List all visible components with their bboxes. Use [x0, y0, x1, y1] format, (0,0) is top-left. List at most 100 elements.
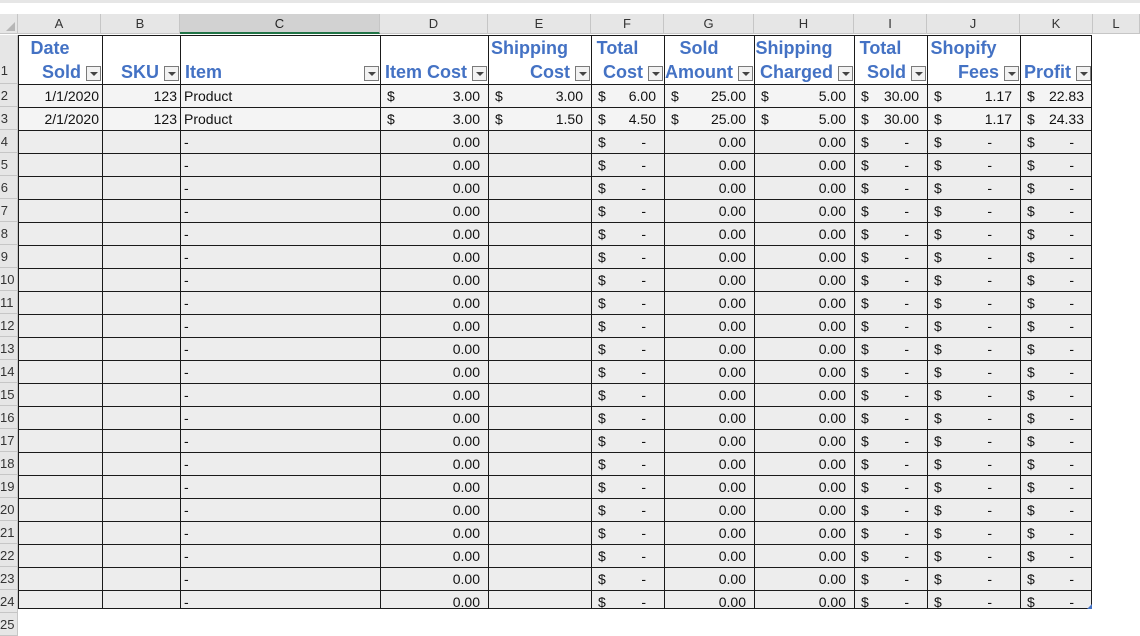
- cell[interactable]: -: [181, 407, 380, 429]
- cell[interactable]: -: [928, 407, 1020, 429]
- row-header-24[interactable]: 24: [0, 590, 18, 613]
- cell[interactable]: -: [1021, 361, 1091, 383]
- cell[interactable]: -: [181, 246, 380, 268]
- cell[interactable]: 5.00: [755, 108, 854, 130]
- cell[interactable]: 0.00: [755, 545, 854, 567]
- cell[interactable]: 0.00: [755, 568, 854, 590]
- cell[interactable]: -: [855, 430, 927, 452]
- cell[interactable]: 0.00: [381, 269, 488, 291]
- cell[interactable]: -: [928, 223, 1020, 245]
- filter-dropdown-icon[interactable]: [575, 66, 590, 81]
- cell[interactable]: 0.00: [665, 223, 754, 245]
- cell[interactable]: 0.00: [755, 292, 854, 314]
- row-header-16[interactable]: 16: [0, 406, 18, 429]
- cell[interactable]: -: [855, 177, 927, 199]
- cell[interactable]: 123: [103, 85, 180, 107]
- cell[interactable]: -: [181, 200, 380, 222]
- filter-dropdown-icon[interactable]: [1004, 66, 1019, 81]
- cell[interactable]: 0.00: [381, 499, 488, 521]
- cell[interactable]: 1.17: [928, 85, 1020, 107]
- column-header-k[interactable]: K: [1020, 14, 1093, 34]
- cell[interactable]: -: [592, 131, 664, 153]
- header-total-cost[interactable]: Total Cost: [592, 36, 665, 84]
- cell[interactable]: 30.00: [855, 108, 927, 130]
- row-header-6[interactable]: 6: [0, 176, 18, 199]
- cell[interactable]: 0.00: [665, 591, 754, 608]
- cell[interactable]: -: [1021, 407, 1091, 429]
- cell[interactable]: -: [1021, 223, 1091, 245]
- header-sold-amount[interactable]: Sold Amount: [665, 36, 755, 84]
- row-header-12[interactable]: 12: [0, 314, 18, 337]
- cell[interactable]: 0.00: [381, 361, 488, 383]
- cell[interactable]: 0.00: [381, 522, 488, 544]
- cell[interactable]: -: [855, 545, 927, 567]
- filter-dropdown-icon[interactable]: [86, 66, 101, 81]
- cell[interactable]: -: [181, 545, 380, 567]
- cell[interactable]: -: [928, 177, 1020, 199]
- cell[interactable]: 0.00: [381, 223, 488, 245]
- cell[interactable]: -: [181, 269, 380, 291]
- cell[interactable]: 1/1/2020: [19, 85, 102, 107]
- cell[interactable]: -: [855, 568, 927, 590]
- cell[interactable]: -: [928, 453, 1020, 475]
- cell[interactable]: 0.00: [665, 361, 754, 383]
- cell[interactable]: -: [1021, 292, 1091, 314]
- cell[interactable]: -: [592, 338, 664, 360]
- cell[interactable]: 25.00: [665, 108, 754, 130]
- cell[interactable]: -: [181, 292, 380, 314]
- cell[interactable]: 0.00: [381, 154, 488, 176]
- cell[interactable]: -: [855, 453, 927, 475]
- cell[interactable]: 0.00: [381, 131, 488, 153]
- cell[interactable]: -: [855, 315, 927, 337]
- row-header-20[interactable]: 20: [0, 498, 18, 521]
- row-header-8[interactable]: 8: [0, 222, 18, 245]
- cell[interactable]: -: [592, 200, 664, 222]
- cell[interactable]: 0.00: [755, 246, 854, 268]
- cell[interactable]: -: [855, 154, 927, 176]
- header-shipping-cost[interactable]: Shipping Cost: [489, 36, 592, 84]
- cell[interactable]: -: [592, 568, 664, 590]
- cell[interactable]: 0.00: [665, 430, 754, 452]
- cell[interactable]: -: [1021, 131, 1091, 153]
- cell[interactable]: Product: [181, 85, 380, 107]
- cell[interactable]: 0.00: [665, 522, 754, 544]
- column-header-b[interactable]: B: [101, 14, 180, 34]
- cell[interactable]: -: [928, 384, 1020, 406]
- cell[interactable]: 3.00: [489, 85, 591, 107]
- cell[interactable]: -: [855, 269, 927, 291]
- cell[interactable]: -: [1021, 200, 1091, 222]
- cell[interactable]: -: [855, 476, 927, 498]
- cell[interactable]: -: [1021, 430, 1091, 452]
- row-header-18[interactable]: 18: [0, 452, 18, 475]
- column-header-f[interactable]: F: [591, 14, 664, 34]
- filter-dropdown-icon[interactable]: [472, 66, 487, 81]
- cell[interactable]: -: [592, 177, 664, 199]
- cell[interactable]: 1.17: [928, 108, 1020, 130]
- cell[interactable]: -: [181, 154, 380, 176]
- cell[interactable]: 0.00: [381, 568, 488, 590]
- select-all-corner[interactable]: [0, 14, 18, 34]
- row-header-22[interactable]: 22: [0, 544, 18, 567]
- cell[interactable]: 0.00: [755, 315, 854, 337]
- cell[interactable]: -: [181, 430, 380, 452]
- row-header-3[interactable]: 3: [0, 107, 18, 130]
- cell[interactable]: -: [181, 591, 380, 608]
- header-shopify-fees[interactable]: Shopify Fees: [928, 36, 1021, 84]
- cell[interactable]: 24.33: [1021, 108, 1091, 130]
- cell[interactable]: -: [928, 315, 1020, 337]
- filter-dropdown-icon[interactable]: [648, 66, 663, 81]
- row-header-17[interactable]: 17: [0, 429, 18, 452]
- cell[interactable]: 0.00: [755, 476, 854, 498]
- cell[interactable]: 0.00: [381, 315, 488, 337]
- cell[interactable]: -: [592, 476, 664, 498]
- cell[interactable]: -: [928, 361, 1020, 383]
- header-date-sold[interactable]: Date Sold: [19, 36, 103, 84]
- row-header-21[interactable]: 21: [0, 521, 18, 544]
- cell[interactable]: -: [928, 338, 1020, 360]
- row-header-4[interactable]: 4: [0, 130, 18, 153]
- cell[interactable]: 0.00: [665, 177, 754, 199]
- cell[interactable]: -: [592, 499, 664, 521]
- cell[interactable]: -: [855, 200, 927, 222]
- cell[interactable]: -: [592, 384, 664, 406]
- cell[interactable]: -: [1021, 568, 1091, 590]
